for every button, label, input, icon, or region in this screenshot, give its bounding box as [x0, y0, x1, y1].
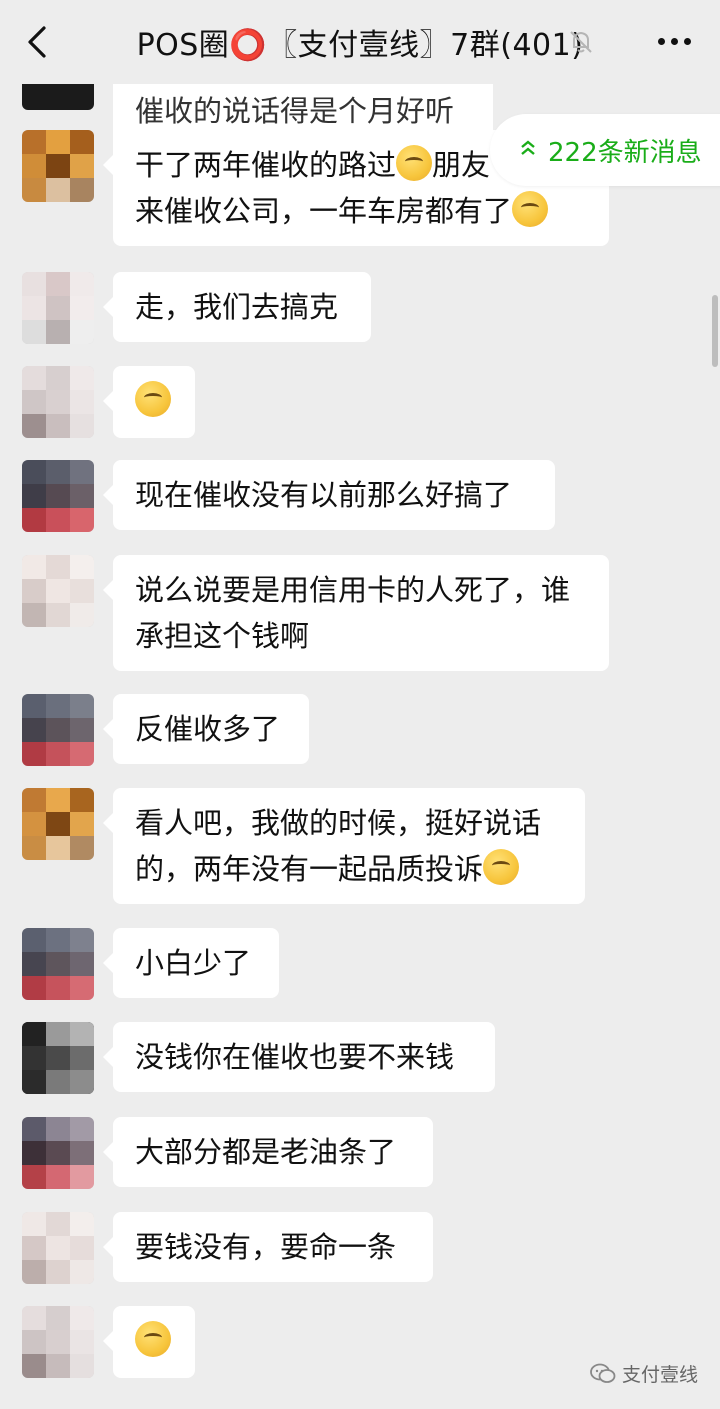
- chat-area: 催收的说话得是个月好听 干了两年催收的路过 朋友 来催收公司，一年车房都有了 走，…: [0, 0, 720, 1409]
- more-dots-icon[interactable]: [654, 26, 694, 56]
- avatar[interactable]: [22, 928, 94, 1000]
- avatar[interactable]: [22, 272, 94, 344]
- new-messages-pill[interactable]: 222条新消息: [490, 114, 720, 186]
- avatar[interactable]: [22, 694, 94, 766]
- avatar[interactable]: [22, 555, 94, 627]
- message-row: 走，我们去搞克: [0, 272, 720, 344]
- message-bubble: [103, 1306, 195, 1378]
- message-bubble: 反催收多了: [103, 694, 309, 764]
- avatar[interactable]: [22, 1022, 94, 1094]
- chat-title: POS圈⭕〖支付壹线〗7群(401): [136, 28, 584, 63]
- scrollbar[interactable]: [712, 295, 718, 367]
- message-bubble: 看人吧，我做的时候，挺好说话 的，两年没有一起品质投诉: [103, 788, 585, 904]
- avatar[interactable]: [22, 1306, 94, 1378]
- message-bubble: 说么说要是用信用卡的人死了，谁 承担这个钱啊: [103, 555, 609, 671]
- new-messages-label: 222条新消息: [548, 137, 702, 168]
- thinking-emoji-icon: [135, 1321, 171, 1357]
- avatar[interactable]: [22, 366, 94, 438]
- avatar[interactable]: [22, 460, 94, 532]
- double-chevron-up-icon: [520, 139, 536, 162]
- message-bubble: 大部分都是老油条了: [103, 1117, 433, 1187]
- message-row: 大部分都是老油条了: [0, 1117, 720, 1189]
- message-bubble: 要钱没有，要命一条: [103, 1212, 433, 1282]
- wechat-channel-icon: [590, 1363, 616, 1385]
- message-row: 看人吧，我做的时候，挺好说话 的，两年没有一起品质投诉: [0, 788, 720, 906]
- sweat-smile-emoji-icon: [483, 849, 520, 885]
- avatar[interactable]: [22, 1212, 94, 1284]
- message-row: 小白少了: [0, 928, 720, 1000]
- watermark-label: 支付壹线: [621, 1364, 698, 1386]
- message-row: 反催收多了: [0, 694, 720, 766]
- chat-header: POS圈⭕〖支付壹线〗7群(401): [0, 0, 720, 84]
- thinking-emoji-icon: [135, 381, 171, 417]
- grinning-emoji-icon: [396, 145, 433, 181]
- message-bubble: [103, 366, 195, 438]
- laughing-tears-emoji-icon: [512, 191, 549, 227]
- avatar[interactable]: [22, 788, 94, 860]
- watermark: 支付壹线: [590, 1360, 698, 1387]
- message-bubble: 现在催收没有以前那么好搞了: [103, 460, 555, 530]
- message-row: 现在催收没有以前那么好搞了: [0, 460, 720, 532]
- bell-off-icon: [567, 28, 595, 56]
- avatar[interactable]: [22, 1117, 94, 1189]
- message-bubble: 走，我们去搞克: [103, 272, 371, 342]
- message-row: 要钱没有，要命一条: [0, 1212, 720, 1284]
- message-bubble: 小白少了: [103, 928, 279, 998]
- message-row: [0, 366, 720, 438]
- message-row: 说么说要是用信用卡的人死了，谁 承担这个钱啊: [0, 555, 720, 673]
- back-arrow-icon[interactable]: [20, 22, 54, 62]
- message-row: 没钱你在催收也要不来钱: [0, 1022, 720, 1094]
- message-bubble: 没钱你在催收也要不来钱: [103, 1022, 495, 1092]
